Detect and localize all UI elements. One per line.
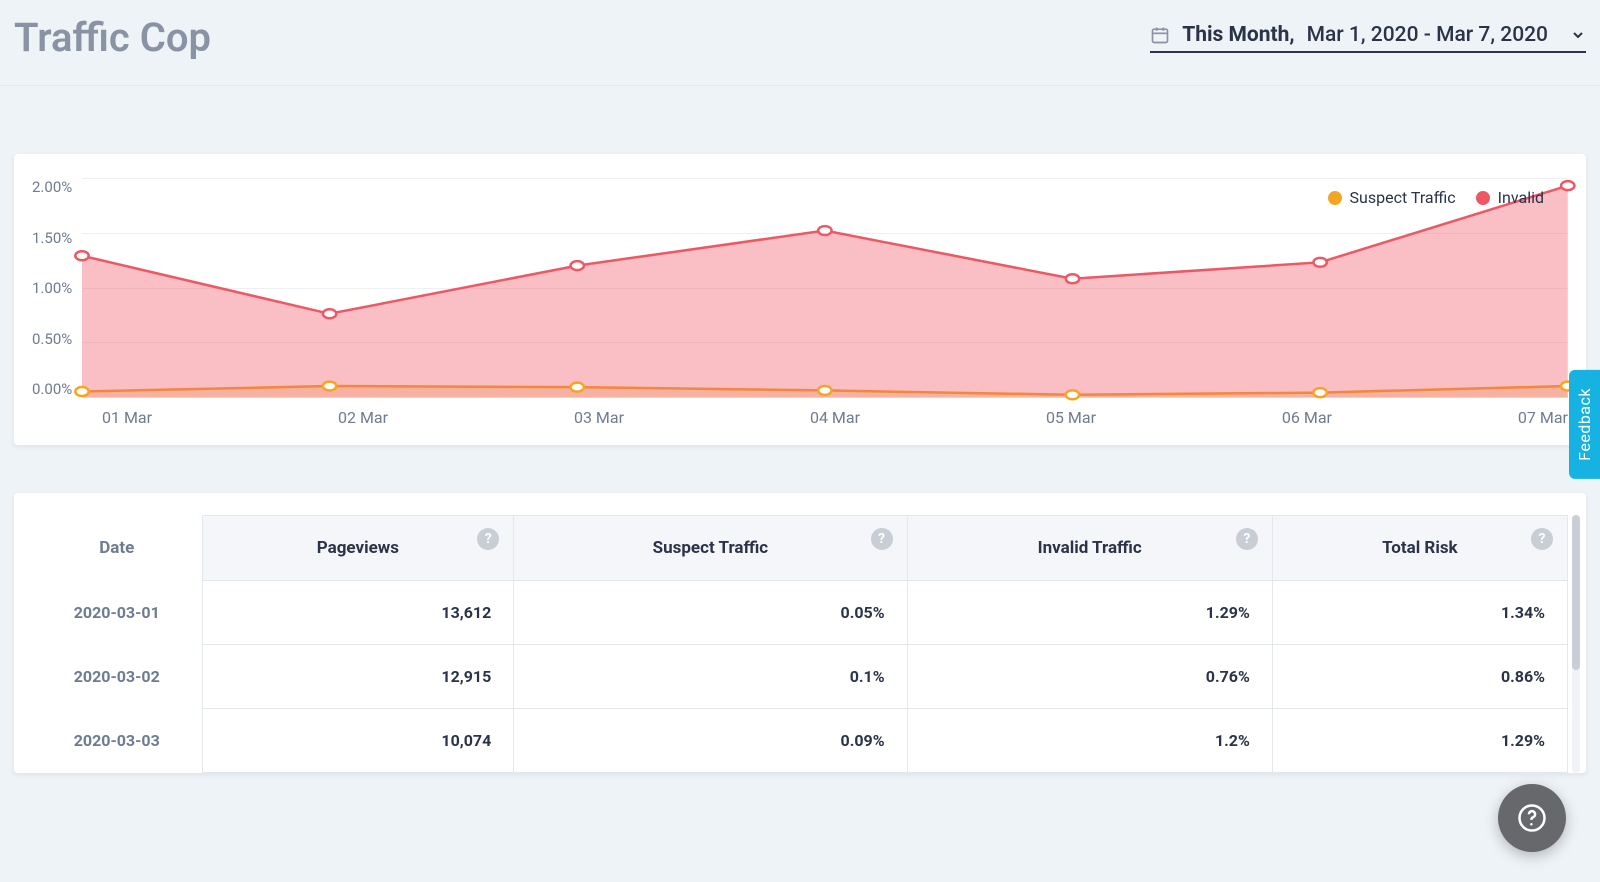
data-cell: 0.1% [514, 645, 907, 709]
y-axis: 2.00% 1.50% 1.00% 0.50% 0.00% [32, 178, 82, 398]
help-icon[interactable]: ? [477, 528, 499, 550]
page-title: Traffic Cop [14, 14, 211, 61]
col-header-suspect[interactable]: Suspect Traffic ? [514, 516, 907, 581]
table-row: 2020-03-0113,6120.05%1.29%1.34% [32, 581, 1568, 645]
table-scroll-thumb[interactable] [1572, 515, 1580, 670]
x-tick: 06 Mar [1282, 408, 1332, 427]
help-icon[interactable]: ? [871, 528, 893, 550]
y-tick: 2.00% [32, 178, 72, 196]
legend-dot-orange-icon [1328, 191, 1342, 205]
col-header-invalid[interactable]: Invalid Traffic ? [907, 516, 1272, 581]
x-tick: 01 Mar [102, 408, 152, 427]
data-cell: 0.76% [907, 645, 1272, 709]
chevron-down-icon [1570, 27, 1586, 43]
x-tick: 04 Mar [810, 408, 860, 427]
help-icon[interactable]: ? [1531, 528, 1553, 550]
date-label: This Month, [1182, 23, 1294, 47]
data-cell: 1.29% [1272, 709, 1567, 773]
help-icon[interactable]: ? [1236, 528, 1258, 550]
legend-dot-red-icon [1476, 191, 1490, 205]
col-header-date[interactable]: Date [32, 516, 202, 581]
data-cell: 12,915 [202, 645, 514, 709]
data-cell: 0.86% [1272, 645, 1567, 709]
x-tick: 05 Mar [1046, 408, 1096, 427]
y-tick: 0.50% [32, 330, 72, 348]
y-tick: 1.50% [32, 229, 72, 247]
data-cell: 0.09% [514, 709, 907, 773]
feedback-tab[interactable]: Feedback [1569, 370, 1600, 479]
legend-item-suspect[interactable]: Suspect Traffic [1328, 188, 1456, 207]
col-header-pageviews[interactable]: Pageviews ? [202, 516, 514, 581]
chart-body: 2.00% 1.50% 1.00% 0.50% 0.00% [32, 178, 1568, 398]
legend-item-invalid[interactable]: Invalid [1476, 188, 1544, 207]
data-cell: 10,074 [202, 709, 514, 773]
table-row: 2020-03-0310,0740.09%1.2%1.29% [32, 709, 1568, 773]
x-tick: 03 Mar [574, 408, 624, 427]
date-range: Mar 1, 2020 - Mar 7, 2020 [1307, 23, 1548, 47]
date-cell: 2020-03-03 [32, 709, 202, 773]
page-header: Traffic Cop This Month, Mar 1, 2020 - Ma… [0, 0, 1600, 86]
date-range-picker[interactable]: This Month, Mar 1, 2020 - Mar 7, 2020 [1150, 23, 1586, 53]
col-header-label: Suspect Traffic [653, 538, 769, 558]
data-cell: 0.05% [514, 581, 907, 645]
calendar-icon [1150, 25, 1170, 45]
chart-plot-area[interactable] [82, 178, 1568, 398]
table-scrollbar[interactable] [1572, 515, 1580, 773]
chart-legend: Suspect Traffic Invalid [1328, 188, 1544, 207]
col-header-label: Total Risk [1382, 538, 1457, 558]
y-tick: 0.00% [32, 380, 72, 398]
x-tick: 07 Mar [1518, 408, 1568, 427]
help-bubble[interactable] [1498, 784, 1566, 852]
data-table: Date Pageviews ? Suspect Traffic ? Inval… [32, 515, 1568, 773]
col-header-risk[interactable]: Total Risk ? [1272, 516, 1567, 581]
table-row: 2020-03-0212,9150.1%0.76%0.86% [32, 645, 1568, 709]
data-table-card: Date Pageviews ? Suspect Traffic ? Inval… [14, 493, 1586, 773]
data-cell: 1.34% [1272, 581, 1567, 645]
legend-label: Suspect Traffic [1350, 188, 1456, 207]
traffic-chart-card: Suspect Traffic Invalid 2.00% 1.50% 1.00… [14, 154, 1586, 445]
x-tick: 02 Mar [338, 408, 388, 427]
col-header-label: Invalid Traffic [1038, 538, 1142, 558]
y-tick: 1.00% [32, 279, 72, 297]
date-cell: 2020-03-01 [32, 581, 202, 645]
data-cell: 13,612 [202, 581, 514, 645]
data-cell: 1.2% [907, 709, 1272, 773]
col-header-label: Pageviews [317, 538, 399, 558]
date-cell: 2020-03-02 [32, 645, 202, 709]
question-icon [1517, 803, 1547, 833]
data-cell: 1.29% [907, 581, 1272, 645]
x-axis: 01 Mar 02 Mar 03 Mar 04 Mar 05 Mar 06 Mar 07 M… [102, 408, 1568, 427]
legend-label: Invalid [1498, 188, 1544, 207]
